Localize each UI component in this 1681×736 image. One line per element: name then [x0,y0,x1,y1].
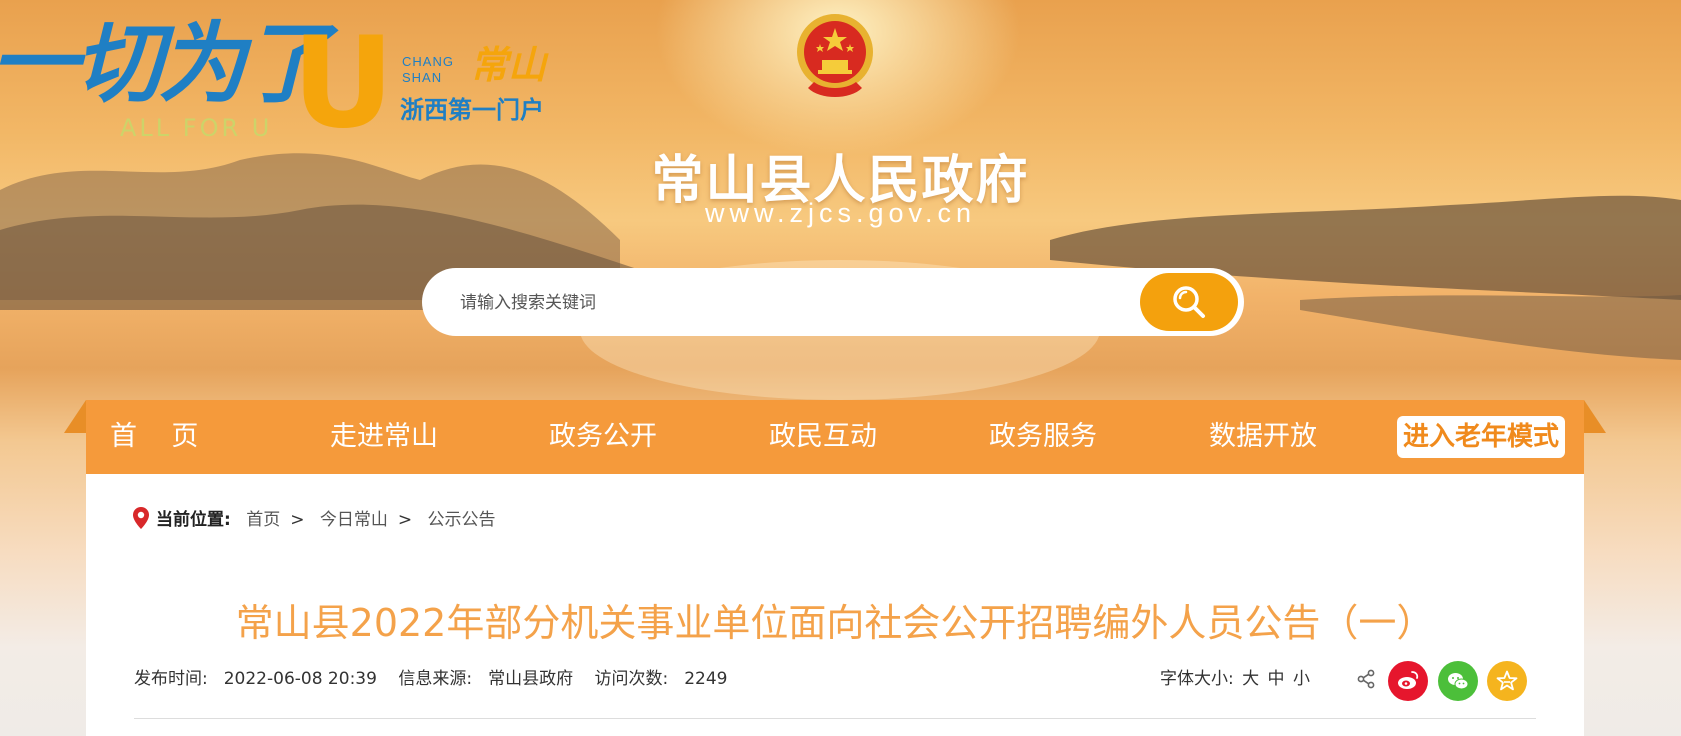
breadcrumb: 当前位置: 首页 > 今日常山 > 公示公告 [132,506,506,534]
search-button[interactable] [1140,273,1238,331]
nav-item-home[interactable]: 首 页 [110,400,198,474]
elder-mode-button[interactable]: 进入老年模式 [1397,416,1566,458]
visit-count-label: 访问次数: [594,669,669,689]
publish-time-value: 2022-06-08 20:39 [223,669,377,689]
site-url: www.zjcs.gov.cn [704,198,977,228]
city-name-english-line2: SHAN [402,70,443,85]
search-bar [422,268,1244,336]
city-name-english: CHANG SHAN [402,54,454,86]
font-size-label: 字体大小: [1160,669,1234,689]
location-pin-icon [133,507,149,529]
breadcrumb-today-changshan[interactable]: 今日常山 [320,510,388,530]
nav-item-services[interactable]: 政务服务 [989,400,1097,474]
nav-bar: 首 页 走进常山 政务公开 政民互动 政务服务 数据开放 进入老年模式 [86,400,1584,474]
breadcrumb-announcements[interactable]: 公示公告 [428,510,496,530]
national-emblem-icon [797,14,873,97]
breadcrumb-separator: > [290,510,305,530]
search-input[interactable] [458,284,1112,322]
wechat-icon [1448,673,1469,690]
visit-count: 访问次数: 2249 [594,669,727,689]
share-icon[interactable] [1356,669,1376,689]
publish-time: 发布时间: 2022-06-08 20:39 [134,669,377,689]
slogan-logo-letter: U [292,9,395,156]
weibo-icon [1398,671,1419,689]
nav-corner-left [64,400,86,433]
city-tagline: 浙西第一门户 [400,96,544,124]
info-source-label: 信息来源: [398,669,473,689]
breadcrumb-separator: > [397,510,413,530]
visit-count-value: 2249 [684,669,728,689]
main-nav: 首 页 走进常山 政务公开 政民互动 政务服务 数据开放 进入老年模式 [64,400,1606,474]
info-source: 信息来源: 常山县政府 [398,669,573,689]
nav-corner-right [1584,400,1606,433]
nav-item-open-data[interactable]: 数据开放 [1209,400,1317,474]
nav-item-about-changshan[interactable]: 走进常山 [330,400,438,474]
publish-time-label: 发布时间: [134,669,208,689]
breadcrumb-home[interactable]: 首页 [246,510,280,530]
city-name-english-line1: CHANG [402,54,454,69]
article-title: 常山县2022年部分机关事业单位面向社会公开招聘编外人员公告（一） [235,601,1435,645]
weibo-share-button[interactable] [1388,661,1428,701]
search-icon [1173,286,1205,318]
favorite-button[interactable] [1487,661,1527,701]
wechat-share-button[interactable] [1438,661,1478,701]
font-size-small[interactable]: 小 [1293,669,1310,689]
nav-item-government-affairs[interactable]: 政务公开 [549,400,657,474]
font-size-large[interactable]: 大 [1242,669,1259,689]
city-name-calligraphy: 常山 [470,42,547,87]
nav-item-interaction[interactable]: 政民互动 [769,400,877,474]
favorite-icon [1496,670,1518,691]
breadcrumb-label: 当前位置: [156,510,231,530]
meta-divider [134,718,1536,719]
slogan-logo-text: 一切为了 [0,12,330,115]
info-source-value: 常山县政府 [488,669,574,689]
content-panel: 当前位置: 首页 > 今日常山 > 公示公告 常山县2022年部分机关事业单位面向社… [86,474,1584,736]
article-meta: 发布时间: 2022-06-08 20:39 信息来源: 常山县政府 访问次数: 22… [134,666,743,692]
font-size-medium[interactable]: 中 [1268,669,1285,689]
font-size-controls: 字体大小: 大 中 小 [1160,666,1310,692]
